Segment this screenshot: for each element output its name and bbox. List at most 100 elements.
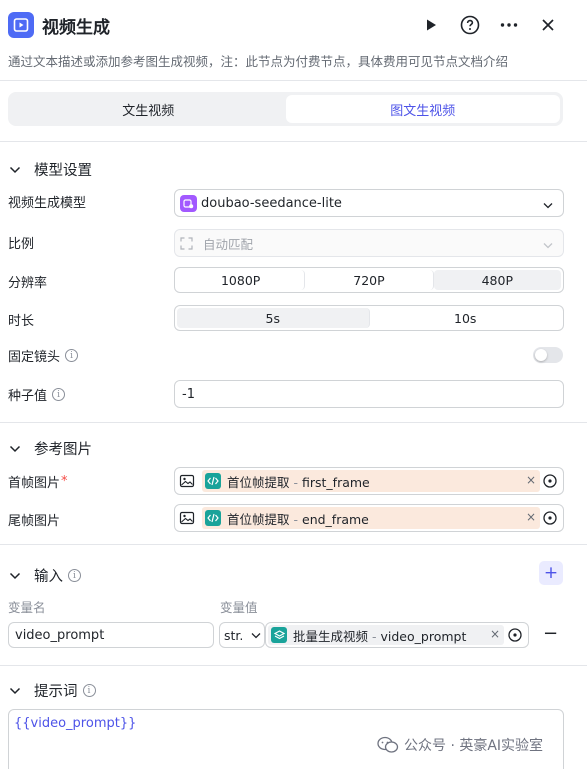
image-icon <box>179 474 195 488</box>
info-icon[interactable]: i <box>65 349 79 362</box>
required-mark: * <box>61 474 68 489</box>
field-name: end_frame <box>302 511 369 527</box>
toggle-knob <box>535 349 547 361</box>
target-icon <box>543 474 557 488</box>
node-name: 批量生成视频 <box>293 628 369 644</box>
last-frame-field[interactable]: 首位帧提取 - end_frame × <box>174 504 564 532</box>
section-input[interactable]: 输入 i <box>8 565 81 586</box>
divider <box>0 665 587 666</box>
chevron-down-icon <box>8 442 22 456</box>
fixed-camera-text: 固定镜头 <box>8 350 61 365</box>
section-title: 输入 <box>34 569 63 585</box>
divider <box>0 80 587 81</box>
ratio-label: 比例 <box>8 237 35 252</box>
info-icon[interactable]: i <box>82 684 96 697</box>
divider <box>0 544 587 545</box>
info-icon[interactable]: i <box>68 569 81 582</box>
model-icon <box>180 194 197 212</box>
more-button[interactable] <box>498 14 520 36</box>
target-icon <box>543 511 557 525</box>
chevron-down-icon <box>8 163 22 177</box>
col-variable-name: 变量名 <box>8 600 46 615</box>
close-button[interactable] <box>537 14 559 36</box>
last-frame-reference-tag[interactable]: 首位帧提取 - end_frame × <box>202 507 540 529</box>
resolution-segmented: 1080P 720P 480P <box>174 267 564 293</box>
info-icon[interactable]: i <box>52 388 66 401</box>
resolution-option-720p[interactable]: 720P <box>305 270 434 290</box>
variable-name-input[interactable]: video_prompt <box>8 622 214 648</box>
code-icon <box>205 473 221 489</box>
first-frame-field[interactable]: 首位帧提取 - first_frame × <box>174 467 564 495</box>
divider <box>0 141 587 142</box>
clear-icon[interactable]: × <box>526 473 536 487</box>
ratio-select[interactable]: 自动匹配 <box>174 229 564 257</box>
ratio-value: 自动匹配 <box>203 236 254 252</box>
first-frame-text: 首帧图片 <box>8 476 61 491</box>
panel-description: 通过文本描述或添加参考图生成视频，注：此节点为付费节点，具体费用可见节点文档介绍 <box>8 54 509 69</box>
clear-icon[interactable]: × <box>526 510 536 524</box>
section-reference-images[interactable]: 参考图片 <box>8 438 92 459</box>
ref-separator: - <box>372 628 377 644</box>
field-name: first_frame <box>302 474 370 490</box>
section-title: 提示词 <box>34 684 78 700</box>
col-variable-value: 变量值 <box>220 600 258 615</box>
model-value: doubao-seedance-lite <box>201 195 342 211</box>
ref-node-name: 首位帧提取 - end_frame <box>227 509 369 528</box>
video-app-icon <box>8 12 34 38</box>
duration-option-5s[interactable]: 5s <box>177 308 370 328</box>
fixed-camera-toggle[interactable] <box>533 347 563 363</box>
play-icon <box>427 19 436 31</box>
section-model-settings[interactable]: 模型设置 <box>8 159 92 180</box>
node-name: 首位帧提取 <box>227 474 290 490</box>
duration-label: 时长 <box>8 314 35 329</box>
code-icon <box>205 510 221 526</box>
variable-value-field[interactable]: 批量生成视频 - video_prompt × <box>265 622 529 648</box>
watermark-text: 公众号 · 英豪AI实验室 <box>404 738 544 754</box>
ref-node-name: 批量生成视频 - video_prompt <box>293 626 466 645</box>
resolution-option-480p[interactable]: 480P <box>433 270 561 290</box>
chevron-down-icon <box>8 569 22 583</box>
model-label: 视频生成模型 <box>8 196 87 211</box>
target-icon <box>508 628 522 642</box>
divider <box>0 422 587 423</box>
chevron-down-icon <box>543 198 553 213</box>
clear-icon[interactable]: × <box>490 627 500 641</box>
seed-text: 种子值 <box>8 389 48 404</box>
resolution-label: 分辨率 <box>8 276 48 291</box>
variable-reference-tag[interactable]: 批量生成视频 - video_prompt × <box>268 625 504 645</box>
help-icon <box>460 15 480 35</box>
tab-text-to-video[interactable]: 文生视频 <box>11 95 286 123</box>
duration-option-10s[interactable]: 10s <box>370 308 562 328</box>
plus-icon: + <box>543 563 559 583</box>
remove-variable-button[interactable]: − <box>543 623 558 644</box>
chevron-down-icon <box>543 238 553 253</box>
first-frame-label: 首帧图片 * <box>8 472 68 491</box>
run-button[interactable] <box>420 14 442 36</box>
add-variable-button[interactable]: + <box>539 561 563 585</box>
mode-tabs: 文生视频 图文生视频 <box>8 92 563 126</box>
ref-node-name: 首位帧提取 - first_frame <box>227 472 370 491</box>
close-icon <box>542 19 554 31</box>
aspect-ratio-icon <box>180 236 193 250</box>
more-icon <box>500 23 518 27</box>
panel-header: 视频生成 <box>0 0 587 48</box>
tab-image-text-to-video[interactable]: 图文生视频 <box>285 95 560 123</box>
ref-separator: - <box>293 511 299 527</box>
seed-value: -1 <box>182 386 195 402</box>
variable-type-value: str. <box>224 627 244 643</box>
seed-input[interactable]: -1 <box>174 380 564 408</box>
resolution-option-1080p[interactable]: 1080P <box>177 270 306 290</box>
panel-title: 视频生成 <box>42 18 110 38</box>
node-name: 首位帧提取 <box>227 511 290 527</box>
watermark: 公众号 · 英豪AI实验室 <box>377 735 543 755</box>
variable-type-select[interactable]: str. <box>219 622 265 648</box>
chevron-down-icon <box>251 633 261 639</box>
model-select[interactable]: doubao-seedance-lite <box>174 189 564 217</box>
fixed-camera-label: 固定镜头 i <box>8 346 79 365</box>
seed-label: 种子值 i <box>8 385 66 404</box>
first-frame-reference-tag[interactable]: 首位帧提取 - first_frame × <box>202 470 540 492</box>
help-button[interactable] <box>459 14 481 36</box>
section-prompt[interactable]: 提示词 i <box>8 680 96 701</box>
last-frame-label: 尾帧图片 <box>8 514 61 529</box>
image-icon <box>179 511 195 525</box>
